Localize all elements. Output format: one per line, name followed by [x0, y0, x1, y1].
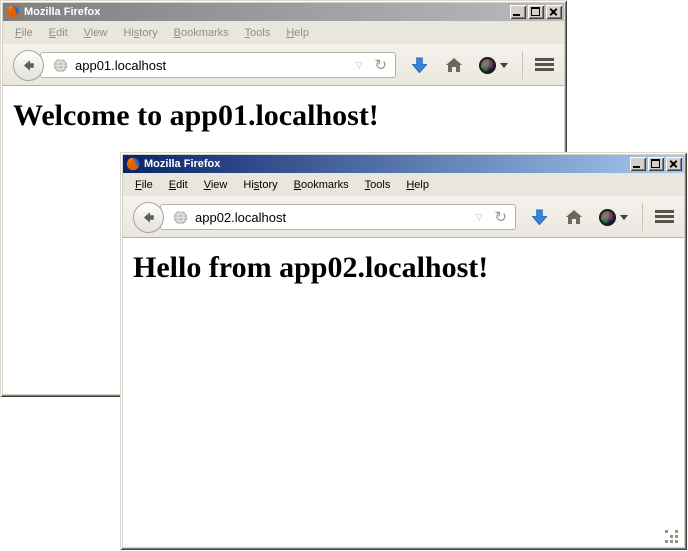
menu-item-file[interactable]: File	[127, 175, 161, 195]
back-arrow-icon	[21, 58, 36, 73]
menu-item-edit[interactable]: Edit	[41, 23, 76, 43]
close-button[interactable]	[546, 5, 562, 19]
navigation-toolbar: ▽ ↻	[123, 196, 684, 238]
close-icon	[669, 159, 678, 168]
toolbar-separator	[522, 51, 523, 79]
home-icon[interactable]	[565, 208, 583, 226]
url-input[interactable]	[75, 58, 347, 73]
maximize-button[interactable]	[528, 5, 544, 19]
menu-item-history[interactable]: History	[115, 23, 165, 43]
menu-hamburger-icon[interactable]	[535, 58, 554, 72]
url-history-dropdown-icon[interactable]: ▽	[474, 212, 485, 223]
page-content: Hello from app02.localhost!	[123, 238, 684, 547]
menu-item-tools[interactable]: Tools	[237, 23, 279, 43]
browser-window-app02: Mozilla Firefox FileEditViewHistoryBookm…	[120, 152, 687, 550]
reload-icon[interactable]: ↻	[491, 210, 510, 225]
minimize-icon	[633, 166, 640, 168]
chevron-down-icon	[500, 63, 508, 72]
reload-icon[interactable]: ↻	[371, 58, 390, 73]
maximize-icon	[651, 159, 660, 168]
menu-item-edit[interactable]: Edit	[161, 175, 196, 195]
back-arrow-icon	[141, 210, 156, 225]
menu-bar: FileEditViewHistoryBookmarksToolsHelp	[3, 21, 564, 44]
menu-hamburger-icon[interactable]	[655, 210, 674, 224]
url-bar[interactable]: ▽ ↻	[160, 204, 516, 230]
download-arrow-icon[interactable]	[530, 208, 549, 227]
menu-item-bookmarks[interactable]: Bookmarks	[166, 23, 237, 43]
minimize-button[interactable]	[510, 5, 526, 19]
firefox-logo-icon	[126, 157, 140, 171]
maximize-icon	[531, 7, 540, 16]
toolbar-buttons	[410, 51, 554, 79]
menu-item-help[interactable]: Help	[398, 175, 437, 195]
minimize-button[interactable]	[630, 157, 646, 171]
menu-item-tools[interactable]: Tools	[357, 175, 399, 195]
menu-item-view[interactable]: View	[76, 23, 116, 43]
titlebar[interactable]: Mozilla Firefox	[3, 3, 564, 21]
url-bar[interactable]: ▽ ↻	[40, 52, 396, 78]
menu-item-file[interactable]: File	[7, 23, 41, 43]
window-controls	[630, 157, 682, 171]
color-wheel-menu-button[interactable]	[599, 209, 628, 226]
close-icon	[549, 7, 558, 16]
window-title: Mozilla Firefox	[144, 155, 626, 173]
titlebar[interactable]: Mozilla Firefox	[123, 155, 684, 173]
menu-item-history[interactable]: History	[235, 175, 285, 195]
close-button[interactable]	[666, 157, 682, 171]
resize-grip[interactable]	[665, 530, 668, 533]
menu-bar: FileEditViewHistoryBookmarksToolsHelp	[123, 173, 684, 196]
minimize-icon	[513, 14, 520, 16]
menu-item-view[interactable]: View	[196, 175, 236, 195]
back-button[interactable]	[133, 202, 164, 233]
maximize-button[interactable]	[648, 157, 664, 171]
globe-icon	[53, 58, 68, 73]
window-controls	[510, 5, 562, 19]
window-title: Mozilla Firefox	[24, 3, 506, 21]
page-heading: Hello from app02.localhost!	[133, 251, 684, 285]
url-input[interactable]	[195, 210, 467, 225]
page-heading: Welcome to app01.localhost!	[13, 99, 564, 133]
color-wheel-menu-button[interactable]	[479, 57, 508, 74]
color-wheel-icon	[599, 209, 616, 226]
menu-item-bookmarks[interactable]: Bookmarks	[286, 175, 357, 195]
globe-icon	[173, 210, 188, 225]
toolbar-buttons	[530, 203, 674, 231]
download-arrow-icon[interactable]	[410, 56, 429, 75]
menu-item-help[interactable]: Help	[278, 23, 317, 43]
url-history-dropdown-icon[interactable]: ▽	[354, 60, 365, 71]
firefox-logo-icon	[6, 5, 20, 19]
home-icon[interactable]	[445, 56, 463, 74]
navigation-toolbar: ▽ ↻	[3, 44, 564, 86]
back-button[interactable]	[13, 50, 44, 81]
color-wheel-icon	[479, 57, 496, 74]
chevron-down-icon	[620, 215, 628, 224]
toolbar-separator	[642, 203, 643, 231]
